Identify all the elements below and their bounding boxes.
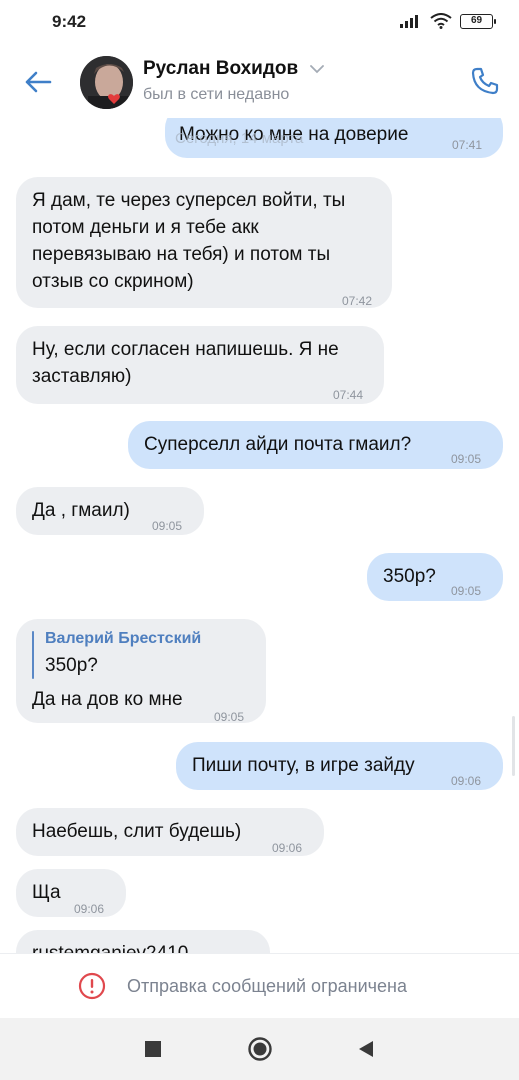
square-stop-icon [145, 1041, 161, 1057]
notice-text: Отправка сообщений ограничена [127, 976, 407, 996]
exclamation-circle-icon [78, 972, 106, 1000]
message-time: 09:05 [214, 710, 245, 724]
status-icons: 69 [400, 13, 496, 29]
message-time: 09:05 [152, 519, 183, 533]
message-time: 07:44 [333, 388, 364, 402]
message-text: rustemganiev2410 [32, 940, 188, 953]
message-text: Ща [32, 882, 61, 903]
message-line: отзыв со скрином) [32, 271, 194, 292]
message-time: 09:06 [272, 841, 303, 855]
signal-icon [400, 15, 418, 28]
contact-status: был в сети недавно [143, 86, 290, 103]
home-button[interactable] [247, 1036, 273, 1062]
message-incoming[interactable]: Наебешь, слит будешь) 09:06 [16, 808, 324, 856]
message-text: Суперселл айди почта гмаил? [144, 434, 412, 455]
call-button[interactable] [466, 62, 504, 100]
date-separator: Сегодня, 14 марта [175, 130, 304, 147]
message-text: Пиши почту, в игре зайду [192, 755, 415, 776]
message-line: потом деньги и я тебе акк [32, 217, 259, 238]
back-nav-button[interactable] [353, 1036, 379, 1062]
message-outgoing[interactable]: 350р? 09:05 [367, 553, 503, 601]
message-outgoing[interactable]: Пиши почту, в игре зайду 09:06 [176, 742, 503, 790]
message-incoming[interactable]: rustemganiev2410 [16, 930, 270, 953]
triangle-back-icon [359, 1041, 373, 1057]
status-time: 9:42 [52, 12, 87, 31]
reply-text: 350р? [45, 655, 98, 676]
message-line: перевязываю на тебя) и потом ты [32, 244, 331, 265]
reply-author[interactable]: Валерий Брестский [45, 629, 201, 649]
message-incoming[interactable]: Да , гмаил) 09:05 [16, 487, 204, 535]
message-line: заставляю) [32, 366, 132, 387]
message-time: 09:05 [451, 452, 482, 466]
circle-home-icon [248, 1037, 272, 1061]
message-text: 350р? [383, 566, 436, 587]
message-text: Наебешь, слит будешь) [32, 821, 242, 842]
arrow-left-icon [25, 71, 52, 93]
phone-icon [471, 67, 499, 95]
contact-name[interactable]: Руслан Вохидов [143, 58, 298, 80]
message-outgoing[interactable]: Суперселл айди почта гмаил? 09:05 [128, 421, 503, 469]
message-incoming[interactable]: Я дам, те через суперсел войти, ты потом… [16, 177, 392, 308]
message-time: 07:42 [342, 294, 373, 308]
scrollbar[interactable] [512, 716, 515, 776]
messaging-restricted-notice: Отправка сообщений ограничена [0, 953, 519, 1018]
status-bar: 9:42 69 [0, 0, 519, 44]
reply-quote-bar [32, 631, 34, 679]
avatar-photo [80, 56, 133, 109]
message-text: Да , гмаил) [32, 500, 130, 521]
recents-button[interactable] [140, 1036, 166, 1062]
chevron-down-icon[interactable] [310, 65, 324, 74]
battery-icon: 69 [460, 13, 496, 29]
message-time: 09:05 [451, 584, 482, 598]
message-incoming[interactable]: Ну, если согласен напишешь. Я не заставл… [16, 326, 384, 404]
message-line: Я дам, те через суперсел войти, ты [32, 190, 346, 211]
wifi-icon [430, 13, 452, 29]
chat-header: Руслан Вохидов был в сети недавно [0, 44, 519, 118]
system-nav-bar [0, 1018, 519, 1080]
message-list[interactable]: Можно ко мне на доверие 07:41 Сегодня, 1… [0, 118, 519, 953]
back-button[interactable] [20, 64, 56, 100]
message-incoming[interactable]: Ща 09:06 [16, 869, 126, 917]
message-line: Ну, если согласен напишешь. Я не [32, 339, 339, 360]
message-text: Да на дов ко мне [32, 689, 183, 710]
message-incoming-reply[interactable]: Валерий Брестский 350р? Да на дов ко мне… [16, 619, 266, 724]
avatar[interactable] [80, 56, 133, 109]
message-time: 07:41 [452, 138, 483, 152]
message-time: 09:06 [451, 774, 482, 788]
message-time: 09:06 [74, 902, 105, 916]
